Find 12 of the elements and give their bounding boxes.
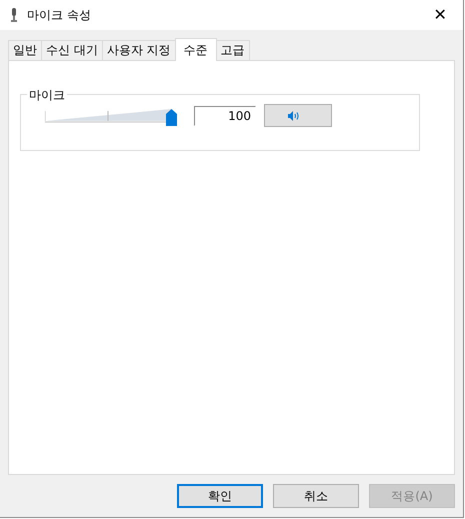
mute-button[interactable]: [264, 104, 332, 127]
tab[interactable]: 고급: [216, 40, 250, 60]
group-label: 마이크: [27, 87, 67, 104]
close-button[interactable]: ✕: [417, 0, 463, 30]
microphone-icon: [10, 8, 18, 22]
tab[interactable]: 수준: [174, 38, 217, 61]
dialog-button[interactable]: 확인: [177, 484, 263, 508]
window-title: 마이크 속성: [27, 6, 92, 24]
slider-thumb[interactable]: [166, 108, 177, 126]
tab[interactable]: 일반: [8, 40, 42, 60]
dialog-button[interactable]: 취소: [273, 484, 359, 508]
level-field[interactable]: 100: [194, 106, 256, 126]
